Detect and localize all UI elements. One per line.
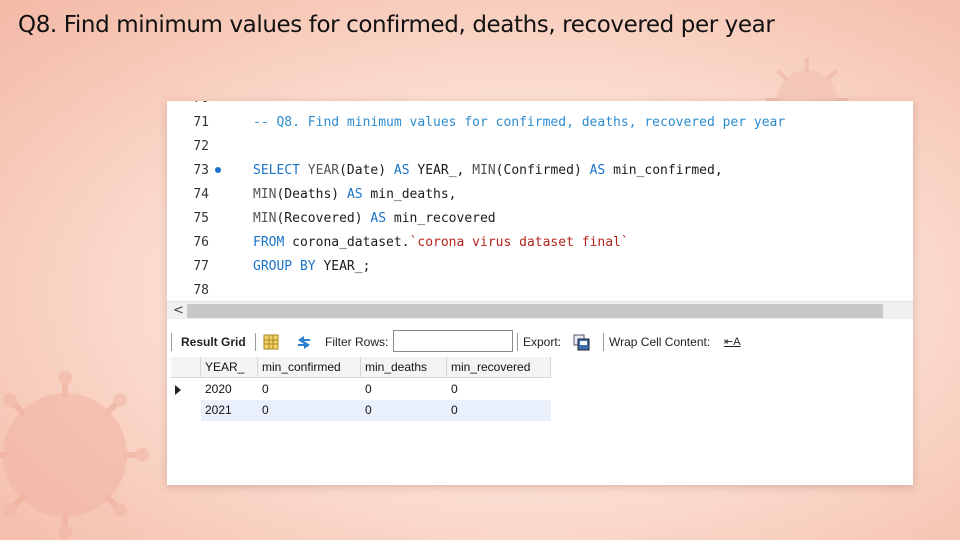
toolbar-divider [255,333,256,351]
line-number: 70 [187,101,209,111]
scrollbar-thumb[interactable] [187,304,883,318]
sql-statement: FROM corona_dataset.`corona virus datase… [253,235,629,250]
toolbar-divider [603,333,604,351]
column-header-min-confirmed[interactable]: min_confirmed [258,357,361,378]
export-icon[interactable] [572,333,590,351]
horizontal-scrollbar[interactable]: < [167,301,913,319]
virus-illustration [0,371,149,539]
table-cell[interactable]: 0 [447,400,551,421]
grid-header-row: YEAR_ min_confirmed min_deaths min_recov… [171,357,551,378]
wrap-text-icon[interactable]: ⇤A [724,335,741,348]
table-cell[interactable]: 0 [258,379,361,400]
refresh-icon[interactable] [295,333,313,351]
grid-layout-icon[interactable] [262,333,280,351]
line-number: 76 [193,235,209,250]
line-number: 75 [193,211,209,226]
sql-statement: MIN(Deaths) AS min_deaths, [253,187,457,202]
line-number: 72 [193,139,209,154]
line-number: 73 [193,163,209,178]
sql-workbench-panel: 70 71 -- Q8. Find minimum values for con… [167,101,913,485]
line-number: 78 [193,283,209,298]
scroll-left-arrow-icon[interactable]: < [173,303,184,318]
row-header-corner [171,357,201,378]
export-label: Export: [523,335,562,349]
result-toolbar: Result Grid Filter Rows: Export: Wrap Ce… [167,329,913,355]
toolbar-divider [171,333,172,351]
result-grid-tab[interactable]: Result Grid [181,335,246,349]
column-header-min-recovered[interactable]: min_recovered [447,357,551,378]
table-cell[interactable]: 0 [361,379,447,400]
sql-statement: SELECT YEAR(Date) AS YEAR_, MIN(Confirme… [253,163,723,178]
code-line: 75 MIN(Recovered) AS min_recovered [167,207,913,231]
filter-rows-input[interactable] [393,330,513,352]
table-cell[interactable]: 0 [447,379,551,400]
line-number: 74 [193,187,209,202]
line-number: 71 [193,115,209,130]
current-row-arrow-icon [175,385,181,395]
sql-comment: -- Q8. Find minimum values for confirmed… [253,115,786,130]
filter-rows-label: Filter Rows: [325,335,389,349]
table-cell[interactable]: 2020 [201,379,258,400]
code-line: 73 SELECT YEAR(Date) AS YEAR_, MIN(Confi… [167,159,913,183]
code-line: 70 [167,101,913,111]
table-row[interactable]: 2020 0 0 0 [171,379,551,400]
breakpoint-dot-icon[interactable] [215,167,221,173]
table-cell[interactable]: 2021 [201,400,258,421]
table-row[interactable]: 2021 0 0 0 [171,400,551,421]
column-header-min-deaths[interactable]: min_deaths [361,357,447,378]
line-number: 77 [193,259,209,274]
column-header-year[interactable]: YEAR_ [201,357,258,378]
code-line: 76 FROM corona_dataset.`corona virus dat… [167,231,913,255]
table-cell[interactable]: 0 [258,400,361,421]
code-line: 71 -- Q8. Find minimum values for confir… [167,111,913,135]
slide-title: Q8. Find minimum values for confirmed, d… [18,12,775,38]
code-line: 78 [167,279,913,303]
code-line: 74 MIN(Deaths) AS min_deaths, [167,183,913,207]
table-cell[interactable]: 0 [361,400,447,421]
wrap-cell-content-label: Wrap Cell Content: [609,335,711,349]
code-line: 77 GROUP BY YEAR_; [167,255,913,279]
code-line: 72 [167,135,913,159]
sql-statement: GROUP BY YEAR_; [253,259,371,274]
toolbar-divider [517,333,518,351]
sql-statement: MIN(Recovered) AS min_recovered [253,211,496,226]
sql-editor[interactable]: 70 71 -- Q8. Find minimum values for con… [167,101,913,301]
